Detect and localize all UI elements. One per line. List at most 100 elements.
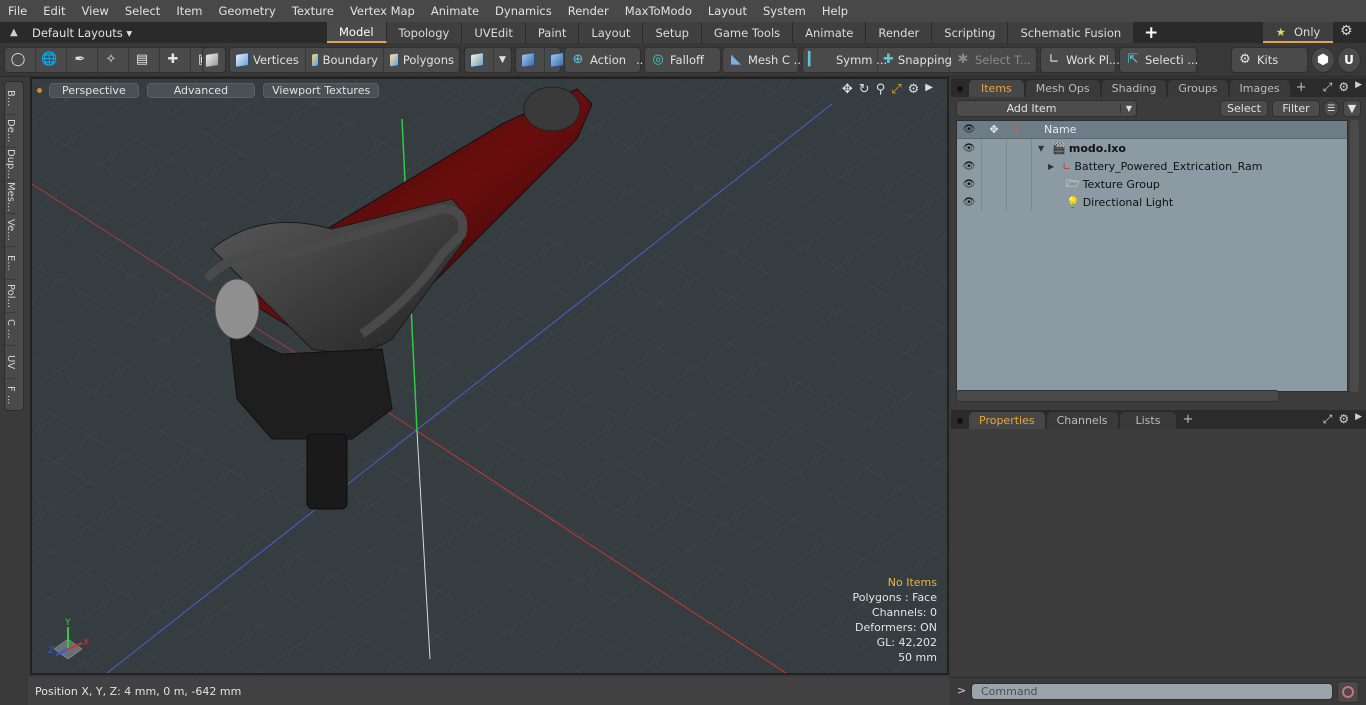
- menu-dynamics[interactable]: Dynamics: [487, 4, 560, 18]
- tab-animate[interactable]: Animate: [793, 22, 867, 43]
- globe-button[interactable]: 🌐: [36, 48, 67, 72]
- snapping-button[interactable]: ✚ Snapping: [878, 48, 952, 72]
- action-button[interactable]: ⊕ Action...: [564, 47, 647, 73]
- 3d-viewport[interactable]: Y X Z Perspective Advanced Viewport Text…: [30, 77, 949, 675]
- tree-row[interactable]: 👁 ▶ ∟ Battery_Powered_Extrication_Ram: [957, 157, 1347, 175]
- left-tab-basic[interactable]: B...: [5, 82, 16, 115]
- tab-paint[interactable]: Paint: [525, 22, 580, 43]
- unreal-button[interactable]: U: [1337, 47, 1361, 73]
- menu-render[interactable]: Render: [560, 4, 617, 18]
- menu-system[interactable]: System: [755, 4, 814, 18]
- work-plane-inner[interactable]: ∟ Work Pl...: [1041, 48, 1125, 72]
- tab-layout[interactable]: Layout: [579, 22, 644, 43]
- symmetry-button[interactable]: ▎ Symm ...: [803, 48, 887, 72]
- menu-geometry[interactable]: Geometry: [211, 4, 284, 18]
- left-tab-duplicate[interactable]: Dup...: [5, 148, 16, 181]
- maximize-icon[interactable]: ⤢: [891, 82, 901, 97]
- tab-model[interactable]: Model: [327, 22, 387, 43]
- zoom-icon[interactable]: ⚲: [876, 82, 886, 97]
- funnel-button[interactable]: ▼: [1343, 100, 1361, 117]
- panel-dot-icon[interactable]: [957, 418, 963, 424]
- tab-mesh-ops[interactable]: Mesh Ops: [1025, 80, 1100, 97]
- visibility-column-header[interactable]: 👁: [957, 121, 982, 138]
- gear-icon[interactable]: ⚙: [1340, 23, 1353, 39]
- add-item-button[interactable]: Add Item ▼: [956, 100, 1137, 117]
- material-dropdown[interactable]: ▼: [494, 48, 511, 72]
- visibility-toggle[interactable]: 👁: [957, 175, 982, 193]
- visibility-toggle[interactable]: 👁: [957, 193, 982, 211]
- action-center-a-button[interactable]: [516, 48, 545, 72]
- menu-texture[interactable]: Texture: [284, 4, 342, 18]
- visibility-toggle[interactable]: 👁: [957, 157, 982, 175]
- menu-maxtomodo[interactable]: MaxToModo: [617, 4, 700, 18]
- menu-item[interactable]: Item: [168, 4, 210, 18]
- boundary-button[interactable]: Boundary: [306, 48, 384, 72]
- left-tab-mesh[interactable]: Mes...: [5, 181, 16, 214]
- tree-horizontal-scrollbar[interactable]: [956, 390, 1279, 402]
- add-tab-icon[interactable]: +: [1144, 23, 1158, 43]
- visibility-toggle[interactable]: 👁: [957, 139, 982, 157]
- select-button[interactable]: Select: [1220, 100, 1268, 117]
- panel-dot-icon[interactable]: [957, 86, 963, 92]
- falloff-inner[interactable]: ◎ Falloff: [645, 48, 709, 72]
- viewport-textures-button[interactable]: Viewport Textures: [263, 82, 380, 98]
- tab-scripting[interactable]: Scripting: [932, 22, 1009, 43]
- circle-select-button[interactable]: ◯: [5, 48, 36, 72]
- falloff-button[interactable]: ◎ Falloff: [644, 47, 721, 73]
- rotate-icon[interactable]: ↻: [859, 82, 870, 97]
- lock-column-header[interactable]: ✥: [982, 121, 1007, 138]
- items-gear-icon[interactable]: ⚙: [1338, 80, 1349, 95]
- viewport-gear-icon[interactable]: ⚙: [908, 82, 920, 97]
- tree-row[interactable]: 👁 💡 Directional Light: [957, 193, 1347, 211]
- tree-row[interactable]: 👁 ▼ 🎬 modo.lxo: [957, 139, 1347, 157]
- filter-button[interactable]: Filter: [1272, 100, 1320, 117]
- left-tab-deform[interactable]: De...: [5, 115, 16, 148]
- polygons-button[interactable]: Polygons: [384, 48, 459, 72]
- tree-row[interactable]: 👁 🗁 Texture Group: [957, 175, 1347, 193]
- view-mode-button[interactable]: Perspective: [49, 82, 139, 98]
- mesh-constraint-inner[interactable]: ◣ Mesh C ...: [723, 48, 810, 72]
- add-panel-tab-icon[interactable]: +: [1182, 412, 1193, 427]
- items-menu-arrow-icon[interactable]: ▶: [1355, 80, 1362, 95]
- menu-layout[interactable]: Layout: [700, 4, 755, 18]
- viewport-indicator-dot[interactable]: [37, 87, 42, 93]
- tab-items[interactable]: Items: [969, 80, 1024, 97]
- left-tab-edge[interactable]: E...: [5, 247, 16, 280]
- expand-icon[interactable]: ⤢: [1323, 412, 1333, 427]
- unity-button[interactable]: ⬢: [1311, 47, 1335, 73]
- record-button[interactable]: [1337, 681, 1359, 703]
- menu-edit[interactable]: Edit: [35, 4, 73, 18]
- lasso-button[interactable]: ✧: [98, 48, 129, 72]
- left-tab-vertex[interactable]: Ve...: [5, 214, 16, 247]
- tab-uvedit[interactable]: UVEdit: [462, 22, 526, 43]
- tab-setup[interactable]: Setup: [643, 22, 702, 43]
- cross-button[interactable]: ✚: [160, 48, 191, 72]
- add-panel-tab-icon[interactable]: +: [1296, 80, 1307, 95]
- material-button[interactable]: [465, 48, 494, 72]
- mesh-constraint-button[interactable]: ◣ Mesh C ...: [722, 47, 805, 73]
- action-center-button[interactable]: ⊕ Action...: [565, 48, 652, 72]
- tab-properties[interactable]: Properties: [969, 412, 1045, 429]
- list-options-button[interactable]: ☰: [1323, 100, 1339, 117]
- tab-topology[interactable]: Topology: [386, 22, 463, 43]
- left-tab-fusion[interactable]: F ...: [5, 379, 16, 412]
- menu-vertex-map[interactable]: Vertex Map: [342, 4, 423, 18]
- tab-game-tools[interactable]: Game Tools: [701, 22, 794, 43]
- tab-groups[interactable]: Groups: [1168, 80, 1228, 97]
- left-tab-uv[interactable]: UV: [5, 346, 16, 379]
- tab-render[interactable]: Render: [866, 22, 933, 43]
- item-mode-button[interactable]: [202, 47, 226, 73]
- menu-help[interactable]: Help: [814, 4, 856, 18]
- command-input[interactable]: Command: [971, 683, 1333, 700]
- tab-shading[interactable]: Shading: [1101, 80, 1167, 97]
- properties-menu-arrow-icon[interactable]: ▶: [1355, 412, 1362, 427]
- shading-mode-button[interactable]: Advanced: [146, 82, 256, 98]
- add-item-chevron-icon[interactable]: ▼: [1119, 104, 1132, 113]
- name-column-header[interactable]: Name: [1032, 123, 1076, 136]
- viewport-menu-arrow-icon[interactable]: ▶: [925, 82, 933, 97]
- menu-select[interactable]: Select: [117, 4, 168, 18]
- menu-animate[interactable]: Animate: [423, 4, 487, 18]
- kits-button[interactable]: ⚙ Kits: [1231, 47, 1308, 73]
- pan-icon[interactable]: ✥: [842, 82, 853, 97]
- tree-vertical-scrollbar[interactable]: [1350, 120, 1359, 392]
